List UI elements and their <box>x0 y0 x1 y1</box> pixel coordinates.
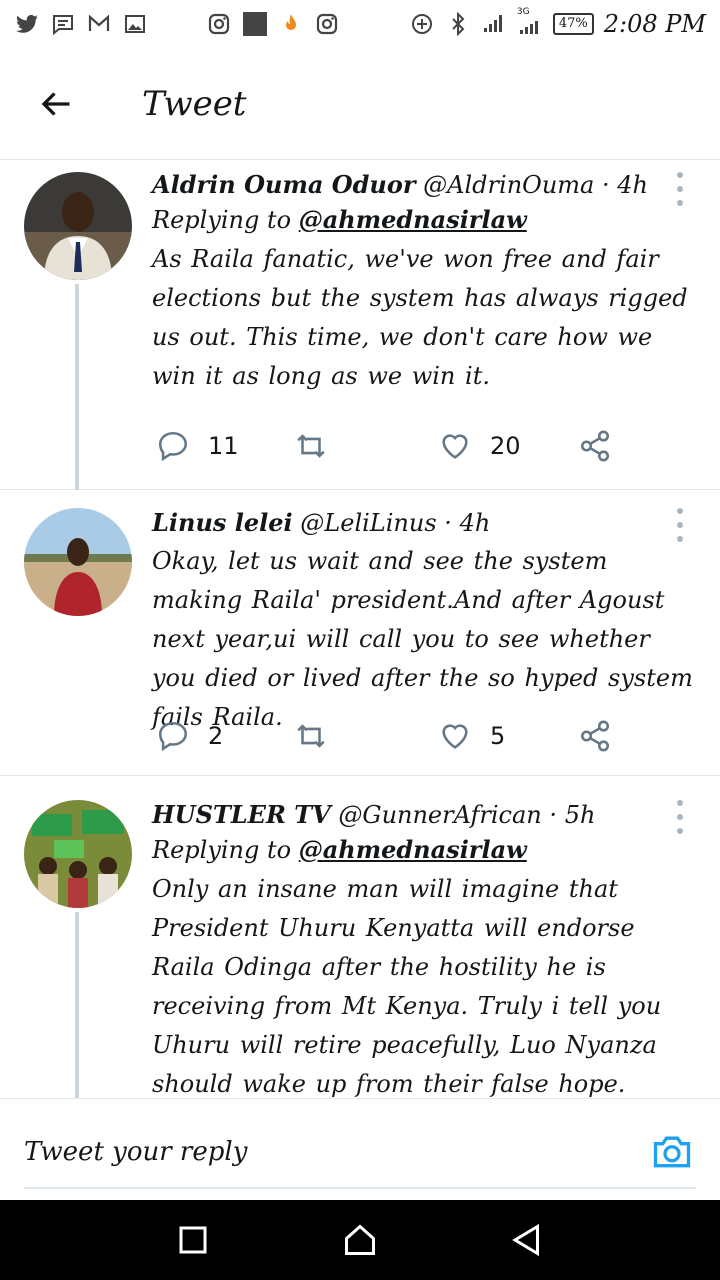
mention-link[interactable]: @ahmednasirlaw <box>299 835 527 864</box>
retweet-button[interactable] <box>294 719 346 753</box>
app-icon <box>242 11 268 37</box>
app-header: Tweet <box>0 48 720 160</box>
thread-line <box>75 912 79 1098</box>
share-icon <box>580 720 610 752</box>
retweet-button[interactable] <box>294 429 346 463</box>
tweet[interactable]: Linus lelei @LeliLinus · 4h Okay, let us… <box>0 490 720 776</box>
tweet-time: 4h <box>459 509 491 537</box>
more-options-icon[interactable] <box>670 800 690 834</box>
data-saver-icon <box>409 11 435 37</box>
replying-to: Replying to @ahmednasirlaw <box>152 835 527 864</box>
replying-to: Replying to @ahmednasirlaw <box>152 205 527 234</box>
mention-link[interactable]: @ahmednasirlaw <box>299 205 527 234</box>
reply-button[interactable]: 2 <box>156 719 223 753</box>
bluetooth-icon <box>445 11 471 37</box>
tweet-actions: 2 5 <box>152 716 652 756</box>
author-name[interactable]: HUSTLER TV <box>152 800 331 829</box>
tweet-time: 4h <box>617 171 649 199</box>
heart-icon <box>442 434 468 459</box>
author-handle[interactable]: @LeliLinus <box>300 509 436 537</box>
heart-icon <box>442 724 468 749</box>
reply-icon <box>158 431 188 462</box>
more-options-icon[interactable] <box>670 508 690 542</box>
more-options-icon[interactable] <box>670 172 690 206</box>
like-button[interactable]: 5 <box>438 719 505 753</box>
reply-count: 11 <box>208 432 239 460</box>
reply-count: 2 <box>208 722 224 750</box>
like-button[interactable]: 20 <box>438 429 521 463</box>
system-nav-bar <box>0 1200 720 1280</box>
like-count: 20 <box>490 432 521 460</box>
signal-icon <box>481 11 507 37</box>
share-button[interactable] <box>578 719 612 753</box>
avatar[interactable] <box>24 800 132 908</box>
author-name[interactable]: Aldrin Ouma Oduor <box>152 170 416 199</box>
instagram-icon <box>206 11 232 37</box>
home-button[interactable] <box>340 1220 380 1260</box>
fire-icon <box>278 11 304 37</box>
retweet-icon <box>297 434 325 458</box>
reply-button[interactable]: 11 <box>156 429 239 463</box>
retweet-icon <box>297 724 325 748</box>
tweet-header: Aldrin Ouma Oduor @AldrinOuma · 4h <box>152 170 649 199</box>
tweet-text: As Raila fanatic, we've won free and fai… <box>152 245 688 390</box>
status-time: 2:08 PM <box>603 10 706 38</box>
triangle-back-icon <box>511 1223 539 1257</box>
reply-composer <box>0 1098 720 1200</box>
camera-button[interactable] <box>650 1129 694 1173</box>
author-handle[interactable]: @AldrinOuma <box>423 171 594 199</box>
twitter-icon <box>14 11 40 37</box>
avatar[interactable] <box>24 508 132 616</box>
reply-icon <box>158 721 188 752</box>
author-handle[interactable]: @GunnerAfrican <box>338 801 541 829</box>
page-title: Tweet <box>142 83 247 124</box>
share-icon <box>580 430 610 462</box>
tweet[interactable]: Aldrin Ouma Oduor @AldrinOuma · 4h Reply… <box>0 160 720 490</box>
recents-button[interactable] <box>173 1220 213 1260</box>
tweet-header: HUSTLER TV @GunnerAfrican · 5h <box>152 800 596 829</box>
tweet-list: Aldrin Ouma Oduor @AldrinOuma · 4h Reply… <box>0 160 720 1098</box>
gmail-icon <box>86 11 112 37</box>
avatar[interactable] <box>24 172 132 280</box>
tweet-text: Okay, let us wait and see the system mak… <box>152 547 693 731</box>
tweet-time: 5h <box>564 801 596 829</box>
home-icon <box>344 1224 375 1255</box>
tweet-actions: 11 20 <box>152 426 652 466</box>
gallery-icon <box>122 11 148 37</box>
tweet-header: Linus lelei @LeliLinus · 4h <box>152 508 491 537</box>
like-count: 5 <box>490 722 506 750</box>
message-icon <box>50 11 76 37</box>
thread-line <box>75 284 79 490</box>
divider <box>24 1187 696 1189</box>
status-bar: 3G 47% 2:08 PM <box>0 0 720 48</box>
square-icon <box>179 1226 207 1254</box>
tweet-text: Only an insane man will imagine that Pre… <box>152 875 662 1098</box>
instagram-icon <box>314 11 340 37</box>
battery-indicator: 47% <box>552 13 594 35</box>
share-button[interactable] <box>578 429 612 463</box>
author-name[interactable]: Linus lelei <box>152 508 293 537</box>
tweet[interactable]: HUSTLER TV @GunnerAfrican · 5h Replying … <box>0 776 720 1098</box>
back-button[interactable] <box>26 74 86 134</box>
signal-3g-icon: 3G <box>517 7 543 37</box>
reply-input[interactable] <box>24 1129 584 1175</box>
camera-icon <box>653 1136 691 1168</box>
arrow-left-icon <box>41 91 70 116</box>
nav-back-button[interactable] <box>507 1220 547 1260</box>
